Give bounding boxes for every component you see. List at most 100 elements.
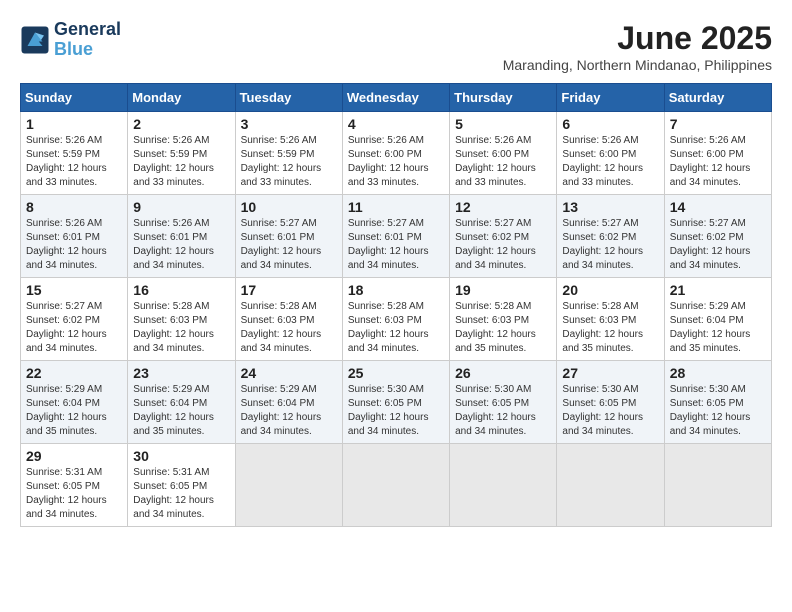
day-info: Sunrise: 5:26 AMSunset: 6:01 PMDaylight:… — [26, 217, 122, 273]
day-number: 5 — [455, 116, 551, 132]
page-header: General Blue June 2025 Maranding, Northe… — [20, 20, 772, 73]
calendar-day-cell: 19 Sunrise: 5:28 AMSunset: 6:03 PMDayligh… — [450, 278, 557, 361]
weekday-header-cell: Friday — [557, 84, 664, 112]
day-number: 17 — [241, 282, 337, 298]
calendar-day-cell — [664, 444, 771, 527]
calendar-day-cell: 25 Sunrise: 5:30 AMSunset: 6:05 PMDayligh… — [342, 361, 449, 444]
day-number: 30 — [133, 448, 229, 464]
day-info: Sunrise: 5:26 AMSunset: 5:59 PMDaylight:… — [133, 134, 229, 190]
weekday-header-row: SundayMondayTuesdayWednesdayThursdayFrid… — [21, 84, 772, 112]
day-info: Sunrise: 5:31 AMSunset: 6:05 PMDaylight:… — [26, 466, 122, 522]
calendar-day-cell: 22Sunrise: 5:29 AMSunset: 6:04 PMDayligh… — [21, 361, 128, 444]
calendar-day-cell: 16 Sunrise: 5:28 AMSunset: 6:03 PMDayligh… — [128, 278, 235, 361]
day-info: Sunrise: 5:30 AMSunset: 6:05 PMDaylight:… — [670, 383, 766, 439]
calendar-day-cell: 11Sunrise: 5:27 AMSunset: 6:01 PMDayligh… — [342, 195, 449, 278]
day-info: Sunrise: 5:26 AMSunset: 6:00 PMDaylight:… — [455, 134, 551, 190]
calendar-day-cell: 28 Sunrise: 5:30 AMSunset: 6:05 PMDayligh… — [664, 361, 771, 444]
day-info: Sunrise: 5:30 AMSunset: 6:05 PMDaylight:… — [348, 383, 444, 439]
calendar-day-cell: 8 Sunrise: 5:26 AMSunset: 6:01 PMDaylight… — [21, 195, 128, 278]
day-number: 8 — [26, 199, 122, 215]
day-info: Sunrise: 5:28 AMSunset: 6:03 PMDaylight:… — [348, 300, 444, 356]
logo-icon — [20, 25, 50, 55]
calendar-day-cell: 3 Sunrise: 5:26 AMSunset: 5:59 PMDaylight… — [235, 112, 342, 195]
day-number: 14 — [670, 199, 766, 215]
day-number: 24 — [241, 365, 337, 381]
calendar-week-row: 29 Sunrise: 5:31 AMSunset: 6:05 PMDayligh… — [21, 444, 772, 527]
weekday-header-cell: Sunday — [21, 84, 128, 112]
calendar-day-cell: 15 Sunrise: 5:27 AMSunset: 6:02 PMDayligh… — [21, 278, 128, 361]
day-info: Sunrise: 5:27 AMSunset: 6:02 PMDaylight:… — [455, 217, 551, 273]
day-number: 26 — [455, 365, 551, 381]
day-number: 12 — [455, 199, 551, 215]
weekday-header-cell: Monday — [128, 84, 235, 112]
month-title: June 2025 — [503, 20, 772, 57]
calendar-day-cell: 24 Sunrise: 5:29 AMSunset: 6:04 PMDayligh… — [235, 361, 342, 444]
calendar-week-row: 15 Sunrise: 5:27 AMSunset: 6:02 PMDayligh… — [21, 278, 772, 361]
day-number: 21 — [670, 282, 766, 298]
day-info: Sunrise: 5:29 AMSunset: 6:04 PMDaylight:… — [241, 383, 337, 439]
calendar-day-cell: 1 Sunrise: 5:26 AMSunset: 5:59 PMDaylight… — [21, 112, 128, 195]
day-info: Sunrise: 5:28 AMSunset: 6:03 PMDaylight:… — [241, 300, 337, 356]
calendar-day-cell: 30 Sunrise: 5:31 AMSunset: 6:05 PMDayligh… — [128, 444, 235, 527]
calendar-day-cell: 4 Sunrise: 5:26 AMSunset: 6:00 PMDaylight… — [342, 112, 449, 195]
day-info: Sunrise: 5:26 AMSunset: 5:59 PMDaylight:… — [26, 134, 122, 190]
day-number: 4 — [348, 116, 444, 132]
day-info: Sunrise: 5:27 AMSunset: 6:01 PMDaylight:… — [241, 217, 337, 273]
day-number: 10 — [241, 199, 337, 215]
day-number: 25 — [348, 365, 444, 381]
day-info: Sunrise: 5:26 AMSunset: 6:01 PMDaylight:… — [133, 217, 229, 273]
day-number: 6 — [562, 116, 658, 132]
calendar-week-row: 1 Sunrise: 5:26 AMSunset: 5:59 PMDaylight… — [21, 112, 772, 195]
calendar-table: SundayMondayTuesdayWednesdayThursdayFrid… — [20, 83, 772, 527]
day-info: Sunrise: 5:28 AMSunset: 6:03 PMDaylight:… — [455, 300, 551, 356]
logo-line1: General — [54, 20, 121, 40]
calendar-day-cell: 20Sunrise: 5:28 AMSunset: 6:03 PMDayligh… — [557, 278, 664, 361]
day-info: Sunrise: 5:30 AMSunset: 6:05 PMDaylight:… — [562, 383, 658, 439]
location-title: Maranding, Northern Mindanao, Philippine… — [503, 57, 772, 73]
day-info: Sunrise: 5:27 AMSunset: 6:02 PMDaylight:… — [26, 300, 122, 356]
title-section: June 2025 Maranding, Northern Mindanao, … — [503, 20, 772, 73]
weekday-header-cell: Thursday — [450, 84, 557, 112]
calendar-week-row: 22 Sunrise: 5:29 AMSunset: 6:04 PMDayligh… — [21, 361, 772, 444]
day-info: Sunrise: 5:27 AMSunset: 6:02 PMDaylight:… — [670, 217, 766, 273]
day-number: 28 — [670, 365, 766, 381]
day-number: 19 — [455, 282, 551, 298]
calendar-day-cell: 17 Sunrise: 5:28 AMSunset: 6:03 PMDayligh… — [235, 278, 342, 361]
day-number: 15 — [26, 282, 122, 298]
calendar-day-cell: 12 Sunrise: 5:27 AMSunset: 6:02 PMDayligh… — [450, 195, 557, 278]
day-info: Sunrise: 5:26 AMSunset: 6:00 PMDaylight:… — [670, 134, 766, 190]
weekday-header-cell: Wednesday — [342, 84, 449, 112]
day-info: Sunrise: 5:31 AMSunset: 6:05 PMDaylight:… — [133, 466, 229, 522]
day-info: Sunrise: 5:29 AMSunset: 6:04 PMDaylight:… — [670, 300, 766, 356]
calendar-day-cell: 10 Sunrise: 5:27 AMSunset: 6:01 PMDayligh… — [235, 195, 342, 278]
calendar-day-cell — [450, 444, 557, 527]
day-info: Sunrise: 5:26 AMSunset: 6:00 PMDaylight:… — [348, 134, 444, 190]
day-info: Sunrise: 5:27 AMSunset: 6:01 PMDaylight:… — [348, 217, 444, 273]
calendar-day-cell: 2 Sunrise: 5:26 AMSunset: 5:59 PMDaylight… — [128, 112, 235, 195]
day-number: 1 — [26, 116, 122, 132]
day-info: Sunrise: 5:26 AMSunset: 5:59 PMDaylight:… — [241, 134, 337, 190]
day-number: 20 — [562, 282, 658, 298]
day-number: 13 — [562, 199, 658, 215]
day-number: 27 — [562, 365, 658, 381]
calendar-body: 1 Sunrise: 5:26 AMSunset: 5:59 PMDaylight… — [21, 112, 772, 527]
day-number: 7 — [670, 116, 766, 132]
day-info: Sunrise: 5:29 AMSunset: 6:04 PMDaylight:… — [133, 383, 229, 439]
day-number: 18 — [348, 282, 444, 298]
day-info: Sunrise: 5:28 AMSunset: 6:03 PMDaylight:… — [133, 300, 229, 356]
day-info: Sunrise: 5:27 AMSunset: 6:02 PMDaylight:… — [562, 217, 658, 273]
day-number: 2 — [133, 116, 229, 132]
calendar-day-cell: 13 Sunrise: 5:27 AMSunset: 6:02 PMDayligh… — [557, 195, 664, 278]
logo: General Blue — [20, 20, 121, 60]
calendar-day-cell: 18 Sunrise: 5:28 AMSunset: 6:03 PMDayligh… — [342, 278, 449, 361]
day-number: 16 — [133, 282, 229, 298]
day-number: 9 — [133, 199, 229, 215]
day-number: 29 — [26, 448, 122, 464]
day-number: 22 — [26, 365, 122, 381]
calendar-day-cell: 5 Sunrise: 5:26 AMSunset: 6:00 PMDaylight… — [450, 112, 557, 195]
day-info: Sunrise: 5:26 AMSunset: 6:00 PMDaylight:… — [562, 134, 658, 190]
calendar-day-cell: 6 Sunrise: 5:26 AMSunset: 6:00 PMDaylight… — [557, 112, 664, 195]
calendar-day-cell: 27 Sunrise: 5:30 AMSunset: 6:05 PMDayligh… — [557, 361, 664, 444]
calendar-day-cell: 7 Sunrise: 5:26 AMSunset: 6:00 PMDaylight… — [664, 112, 771, 195]
day-number: 3 — [241, 116, 337, 132]
